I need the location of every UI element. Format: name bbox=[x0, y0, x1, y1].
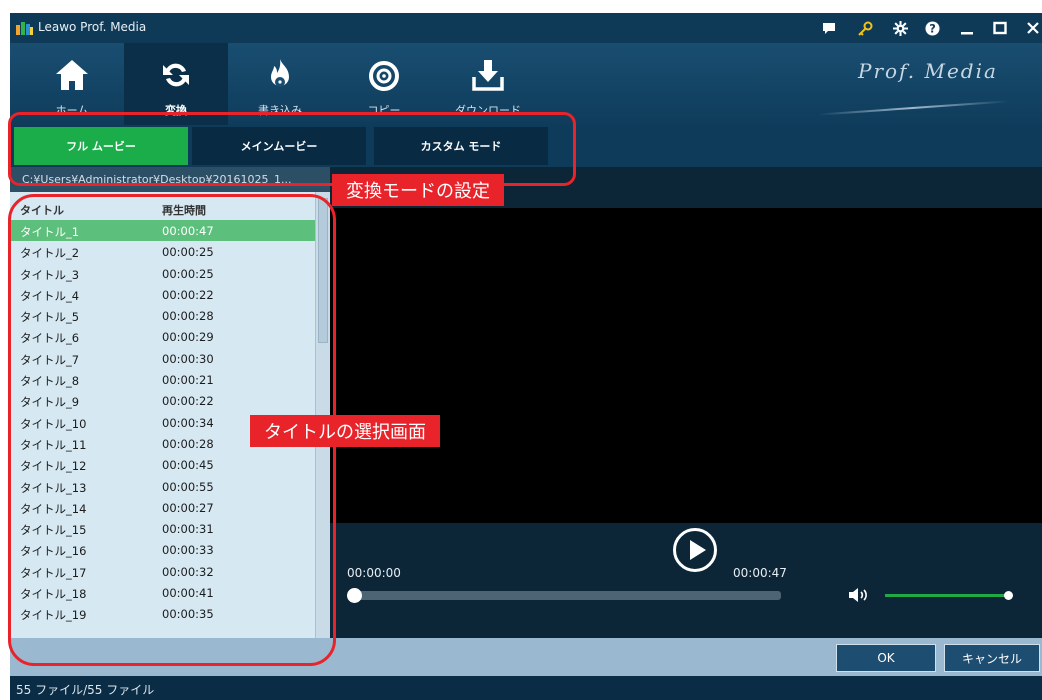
cancel-button[interactable]: キャンセル bbox=[944, 644, 1040, 672]
maximize-icon[interactable] bbox=[991, 19, 1009, 37]
play-icon[interactable] bbox=[673, 528, 717, 572]
status-bar: 55 ファイル/55 ファイル bbox=[10, 676, 1042, 700]
app-logo-icon bbox=[16, 22, 33, 35]
mode-setting-callout: 変換モードの設定 bbox=[332, 174, 504, 206]
close-icon[interactable] bbox=[1024, 19, 1042, 37]
key-icon[interactable] bbox=[856, 19, 874, 37]
brand-logo: Prof. Media bbox=[858, 59, 998, 83]
volume-icon[interactable] bbox=[848, 587, 870, 603]
title-bar: Leawo Prof. Media ? bbox=[10, 13, 1042, 43]
seek-bar[interactable] bbox=[355, 591, 781, 600]
minimize-icon[interactable] bbox=[958, 19, 976, 37]
seek-handle[interactable] bbox=[347, 588, 362, 603]
volume-slider[interactable] bbox=[885, 594, 1009, 597]
window-title: Leawo Prof. Media bbox=[38, 20, 147, 34]
download-icon bbox=[472, 60, 504, 91]
home-icon bbox=[56, 60, 88, 90]
video-preview[interactable] bbox=[330, 208, 1042, 523]
svg-text:?: ? bbox=[929, 22, 936, 35]
current-time: 00:00:00 bbox=[347, 566, 401, 580]
brand-underline bbox=[818, 100, 1008, 116]
burn-icon bbox=[271, 59, 289, 87]
chat-icon[interactable] bbox=[820, 19, 838, 37]
convert-icon bbox=[163, 63, 189, 87]
ok-button[interactable]: OK bbox=[836, 644, 936, 672]
volume-handle[interactable] bbox=[1004, 591, 1013, 600]
help-icon[interactable]: ? bbox=[923, 19, 941, 37]
total-time: 00:00:47 bbox=[733, 566, 787, 580]
copy-disc-icon bbox=[369, 61, 399, 91]
gear-icon[interactable] bbox=[891, 19, 909, 37]
title-select-callout: タイトルの選択画面 bbox=[250, 415, 440, 447]
